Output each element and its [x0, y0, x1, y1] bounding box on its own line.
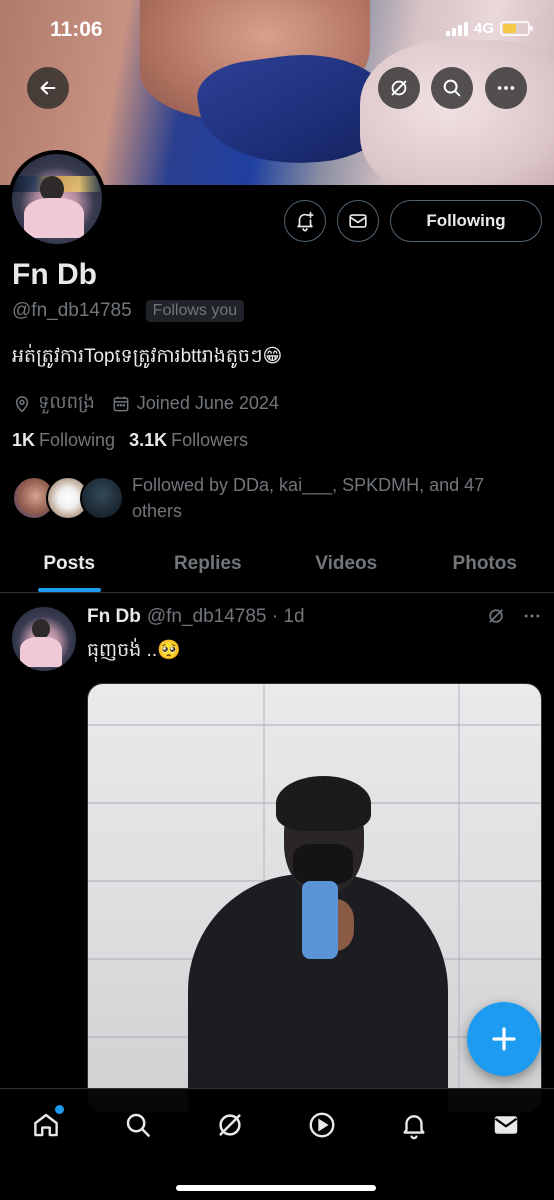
location-text: ទួលពង្រ — [38, 392, 95, 412]
post-header: Fn Db @fn_db14785 · 1d — [87, 606, 305, 628]
search-icon — [443, 79, 461, 97]
profile-handle: @fn_db14785 — [12, 300, 132, 321]
compose-button[interactable] — [467, 1002, 541, 1076]
following-count: 1K — [12, 430, 36, 450]
signal-icon — [445, 21, 468, 36]
following-button[interactable]: Following — [390, 200, 542, 242]
follows-you-badge: Follows you — [145, 300, 245, 322]
location-pin-icon — [15, 395, 29, 413]
nav-video[interactable] — [304, 1107, 340, 1143]
post-author-avatar[interactable] — [12, 607, 76, 671]
followed-by-text: Followed by DDa, kai___, SPKDMH, and 47 … — [132, 475, 485, 521]
profile-meta: ទួលពង្រ Joined June 2024 — [12, 390, 279, 417]
mail-icon — [494, 1116, 518, 1134]
nav-search[interactable] — [120, 1107, 156, 1143]
joined-item: Joined June 2024 — [111, 393, 279, 414]
search-button[interactable] — [431, 67, 473, 109]
nav-grok[interactable] — [212, 1107, 248, 1143]
notify-button[interactable] — [284, 200, 326, 242]
follow-stats: 1K Following 3.1K Followers — [12, 430, 248, 451]
tab-posts[interactable]: Posts — [0, 535, 139, 592]
grok-icon — [391, 80, 407, 96]
banner-photo-blanket — [360, 40, 554, 185]
back-button[interactable] — [27, 67, 69, 109]
grok-icon — [219, 1114, 241, 1136]
mail-icon — [349, 214, 367, 228]
followed-by-avatars — [12, 476, 124, 526]
home-icon — [34, 1113, 58, 1137]
profile-tabs: Posts Replies Videos Photos — [0, 535, 554, 593]
following-label: Following — [39, 430, 116, 450]
status-bar: 11:06 4G — [0, 0, 554, 60]
tab-photos[interactable]: Photos — [416, 535, 554, 592]
joined-text: Joined June 2024 — [136, 393, 279, 413]
nav-messages[interactable] — [488, 1107, 524, 1143]
more-icon[interactable] — [522, 606, 542, 626]
notification-dot — [55, 1105, 64, 1114]
status-time: 11:06 — [50, 18, 103, 41]
post-text: ធុញចង់ ..🥺 — [87, 640, 181, 661]
more-button[interactable] — [485, 67, 527, 109]
status-indicators: 4G — [445, 20, 533, 37]
grok-button[interactable] — [378, 67, 420, 109]
bell-icon — [403, 1115, 425, 1140]
plus-icon — [492, 1027, 516, 1051]
avatar — [80, 476, 124, 520]
location-item: ទួលពង្រ — [12, 390, 95, 417]
following-stat[interactable]: 1K Following — [12, 430, 115, 451]
home-indicator — [176, 1185, 376, 1191]
profile-bio: អត់ត្រូវការTopទេត្រូវការbttរាងតូចៗ😁 — [12, 346, 283, 367]
profile-avatar[interactable] — [8, 150, 106, 248]
followers-stat[interactable]: 3.1K Followers — [129, 430, 248, 451]
followers-label: Followers — [171, 430, 249, 450]
play-circle-icon — [309, 1112, 335, 1138]
post-author-name[interactable]: Fn Db — [87, 606, 141, 628]
message-button[interactable] — [337, 200, 379, 242]
notification-bell-plus-icon — [297, 211, 314, 232]
nav-notifications[interactable] — [396, 1107, 432, 1143]
calendar-icon — [113, 396, 129, 411]
tab-videos[interactable]: Videos — [277, 535, 416, 592]
display-name: Fn Db — [12, 258, 97, 291]
battery-icon — [500, 21, 533, 36]
network-type: 4G — [473, 20, 494, 37]
nav-home[interactable] — [28, 1105, 64, 1143]
more-icon — [497, 86, 515, 90]
followers-count: 3.1K — [129, 430, 168, 450]
followed-by-row[interactable]: Followed by DDa, kai___, SPKDMH, and 47 … — [12, 472, 512, 526]
post-author-handle: @fn_db14785 · 1d — [146, 606, 305, 627]
post-actions — [486, 606, 542, 626]
search-icon — [126, 1113, 150, 1137]
back-arrow-icon — [40, 81, 56, 95]
tab-replies[interactable]: Replies — [139, 535, 278, 592]
bottom-nav — [0, 1088, 554, 1200]
handle-row: @fn_db14785 Follows you — [12, 300, 245, 322]
grok-icon[interactable] — [486, 606, 506, 626]
